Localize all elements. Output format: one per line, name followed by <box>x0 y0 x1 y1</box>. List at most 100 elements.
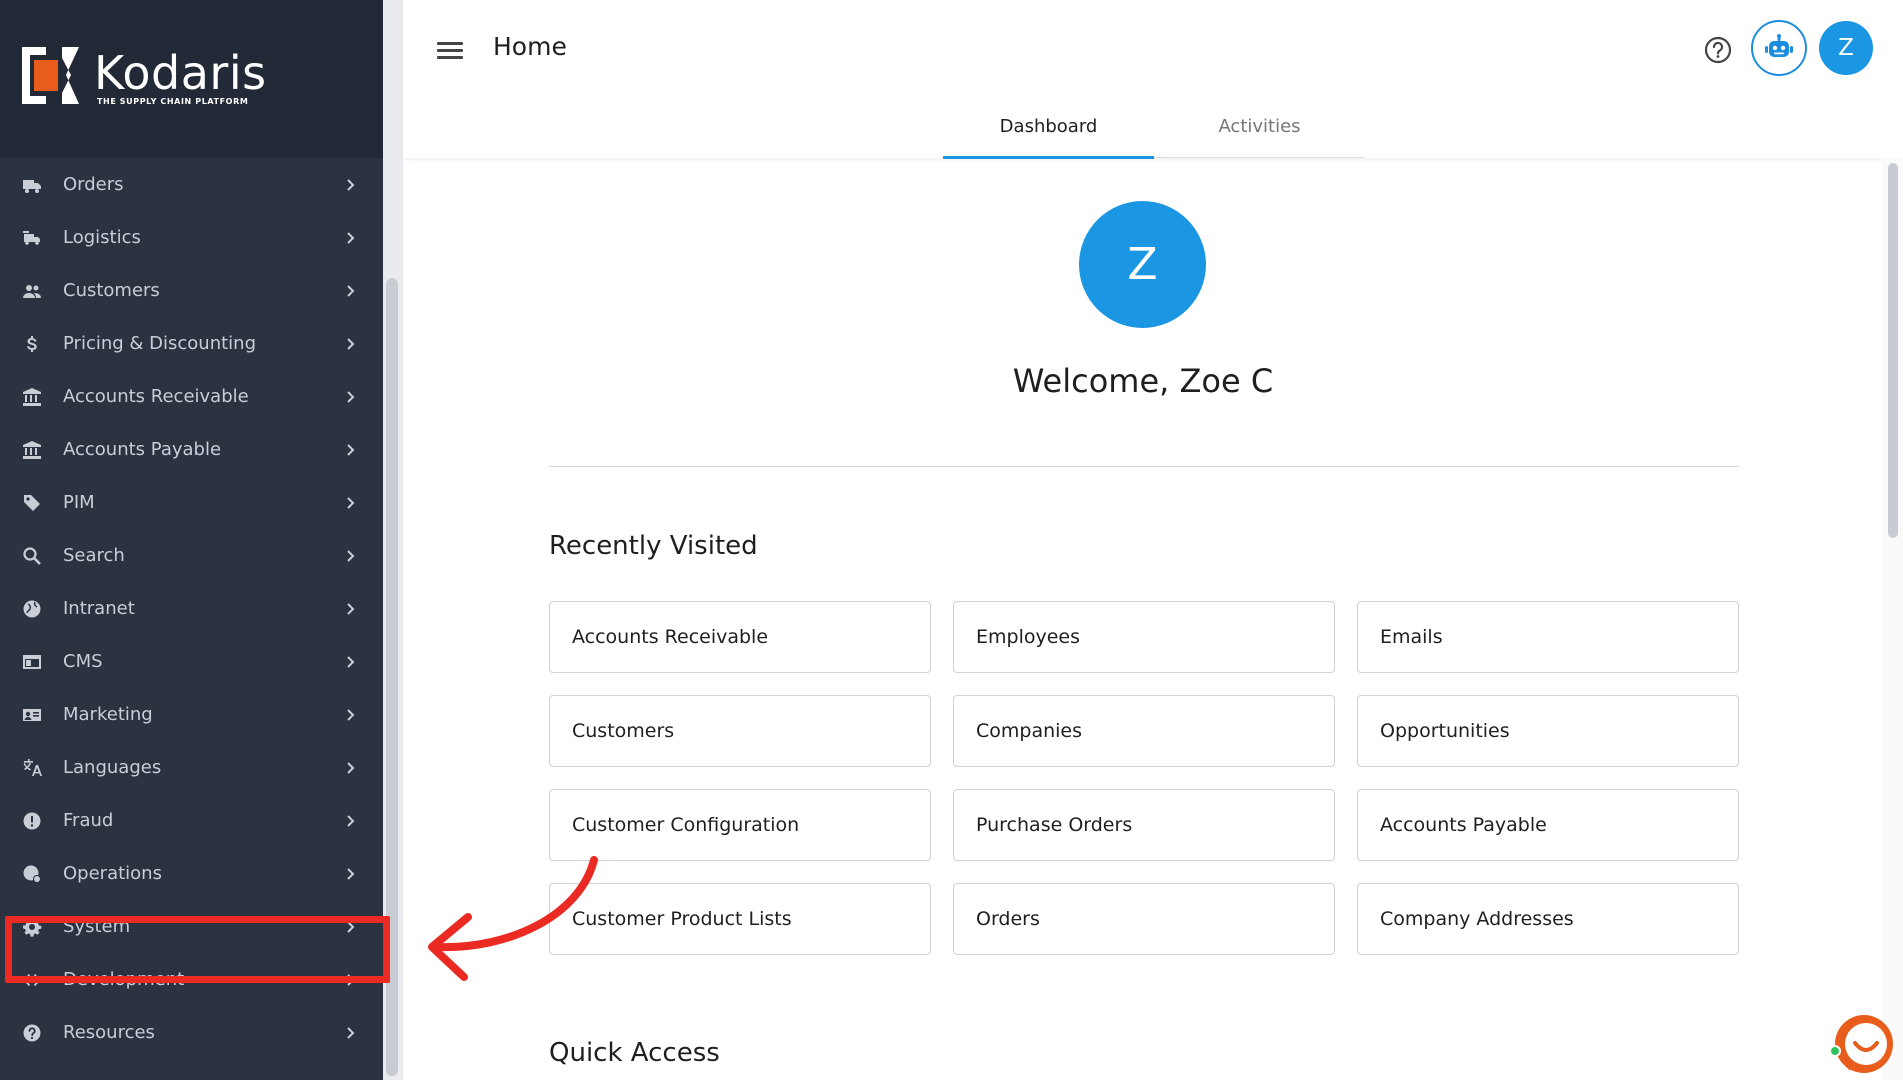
sidebar-item-operations[interactable]: Operations <box>0 847 383 900</box>
help-circle-icon <box>21 1022 43 1044</box>
truck-icon <box>21 174 43 196</box>
recently-visited-card[interactable]: Purchase Orders <box>953 789 1335 861</box>
tab-activities[interactable]: Activities <box>1154 114 1365 158</box>
help-icon[interactable] <box>1703 35 1733 65</box>
recently-visited-card[interactable]: Company Addresses <box>1357 883 1739 955</box>
page-title: Home <box>493 32 567 61</box>
recently-visited-card[interactable]: Accounts Payable <box>1357 789 1739 861</box>
sidebar-item-resources[interactable]: Resources <box>0 1006 383 1059</box>
gear-icon <box>21 916 43 938</box>
chevron-right-icon <box>342 442 358 458</box>
sidebar-item-fraud[interactable]: Fraud <box>0 794 383 847</box>
sidebar-item-label: Accounts Receivable <box>63 386 249 407</box>
logistics-icon <box>21 227 43 249</box>
user-avatar[interactable]: Z <box>1819 21 1873 75</box>
robot-icon <box>1765 34 1793 57</box>
main-scrollbar[interactable] <box>1888 163 1898 538</box>
chevron-right-icon <box>342 230 358 246</box>
chevron-right-icon <box>342 336 358 352</box>
chevron-right-icon <box>342 760 358 776</box>
main-area: Home Z Dashboard Activities Z Welcome, Z… <box>403 0 1903 1080</box>
recently-visited-card[interactable]: Customer Configuration <box>549 789 931 861</box>
chevron-right-icon <box>342 389 358 405</box>
sidebar-item-label: Search <box>63 545 125 566</box>
chevron-right-icon <box>342 283 358 299</box>
sidebar-item-customers[interactable]: Customers <box>0 264 383 317</box>
sidebar-item-accounts-receivable[interactable]: Accounts Receivable <box>0 370 383 423</box>
dashboard-content: Z Welcome, Zoe C Recently Visited Accoun… <box>403 158 1903 1080</box>
web-icon <box>21 651 43 673</box>
sidebar-item-languages[interactable]: Languages <box>0 741 383 794</box>
sidebar-item-orders[interactable]: Orders <box>0 158 383 211</box>
tag-icon <box>21 492 43 514</box>
tab-dashboard[interactable]: Dashboard <box>943 114 1154 159</box>
recently-visited-card[interactable]: Employees <box>953 601 1335 673</box>
sidebar-item-logistics[interactable]: Logistics <box>0 211 383 264</box>
campaign-icon <box>21 704 43 726</box>
recently-visited-card[interactable]: Opportunities <box>1357 695 1739 767</box>
recently-visited-card[interactable]: Emails <box>1357 601 1739 673</box>
chevron-right-icon <box>342 177 358 193</box>
sidebar-item-label: Customers <box>63 280 160 301</box>
chevron-right-icon <box>342 601 358 617</box>
chevron-right-icon <box>342 1025 358 1041</box>
welcome-heading: Welcome, Zoe C <box>1012 362 1274 400</box>
chat-widget-icon[interactable] <box>1833 1013 1895 1075</box>
translate-icon <box>21 757 43 779</box>
sidebar-item-cms[interactable]: CMS <box>0 635 383 688</box>
sidebar-item-label: Logistics <box>63 227 141 248</box>
online-status-dot <box>1829 1045 1841 1057</box>
sidebar: Kodaris THE SUPPLY CHAIN PLATFORM Servic… <box>0 0 383 1080</box>
recently-visited-card[interactable]: Accounts Receivable <box>549 601 931 673</box>
logo-area: Kodaris THE SUPPLY CHAIN PLATFORM <box>0 0 383 158</box>
sidebar-item-system[interactable]: System <box>0 900 383 953</box>
sidebar-item-label: Accounts Payable <box>63 439 222 460</box>
profile-avatar: Z <box>1079 201 1206 328</box>
sidebar-item-label: Languages <box>63 757 162 778</box>
sidebar-item-label: Resources <box>63 1022 155 1043</box>
sidebar-item-label: Orders <box>63 174 124 195</box>
chevron-right-icon <box>342 654 358 670</box>
sidebar-item-label: Intranet <box>63 598 135 619</box>
chevron-right-icon <box>342 495 358 511</box>
recently-visited-card[interactable]: Orders <box>953 883 1335 955</box>
sidebar-item-marketing[interactable]: Marketing <box>0 688 383 741</box>
sidebar-item-pim[interactable]: PIM <box>0 476 383 529</box>
menu-icon[interactable] <box>437 38 463 62</box>
recently-visited-grid: Accounts Receivable Employees Emails Custom… <box>549 601 1739 955</box>
recently-visited-card[interactable]: Companies <box>953 695 1335 767</box>
search-icon <box>21 545 43 567</box>
sidebar-item-label: Marketing <box>63 704 153 725</box>
sidebar-item-label: System <box>63 916 131 937</box>
sidebar-item-search[interactable]: Search <box>0 529 383 582</box>
chevron-right-icon <box>342 548 358 564</box>
chevron-right-icon <box>342 972 358 988</box>
sidebar-item-label: Operations <box>63 863 162 884</box>
recently-visited-card[interactable]: Customer Product Lists <box>549 883 931 955</box>
bank-icon <box>21 439 43 461</box>
top-bar: Home Z Dashboard Activities <box>403 0 1903 159</box>
sidebar-item-accounts-payable[interactable]: Accounts Payable <box>0 423 383 476</box>
sidebar-item-intranet[interactable]: Intranet <box>0 582 383 635</box>
recently-visited-card[interactable]: Customers <box>549 695 931 767</box>
operations-icon <box>21 863 43 885</box>
kodaris-logo-icon <box>22 47 79 104</box>
assistant-bot-button[interactable] <box>1751 20 1807 76</box>
sidebar-item-label: PIM <box>63 492 95 513</box>
sidebar-scrollbar[interactable] <box>386 278 398 1076</box>
chevron-right-icon <box>342 866 358 882</box>
quick-access-title: Quick Access <box>549 1038 720 1068</box>
alert-icon <box>21 810 43 832</box>
sidebar-nav: ServicesOrdersLogisticsCustomersPricing … <box>0 124 383 1059</box>
recently-visited-title: Recently Visited <box>549 531 758 561</box>
bank-icon <box>21 386 43 408</box>
sidebar-item-development[interactable]: Development <box>0 953 383 1006</box>
sidebar-item-label: CMS <box>63 651 103 672</box>
sidebar-item-pricing-and-discounting[interactable]: Pricing & Discounting <box>0 317 383 370</box>
chevron-right-icon <box>342 919 358 935</box>
chevron-right-icon <box>342 813 358 829</box>
sidebar-item-label: Pricing & Discounting <box>63 333 257 354</box>
logo-wordmark: Kodaris <box>94 46 267 100</box>
sidebar-item-label: Development <box>63 969 185 990</box>
sidebar-item-label: Fraud <box>63 810 114 831</box>
